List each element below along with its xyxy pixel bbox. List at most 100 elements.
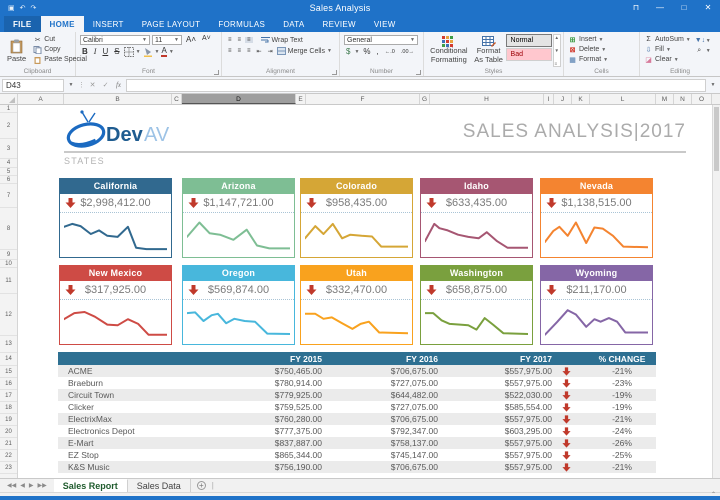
fill-button[interactable]: ⇩Fill▼ bbox=[644, 45, 691, 54]
align-center-icon[interactable]: ≡ bbox=[236, 48, 244, 54]
row-header-21[interactable]: 21 bbox=[0, 438, 17, 450]
row-header-20[interactable]: 20 bbox=[0, 426, 17, 438]
decrease-indent-icon[interactable]: ⇤ bbox=[255, 48, 264, 55]
gallery-scroll-buttons[interactable]: ▲▼≡ bbox=[553, 34, 561, 67]
column-header-K[interactable]: K bbox=[572, 94, 590, 104]
italic-button[interactable]: I bbox=[92, 47, 99, 56]
column-header-F[interactable]: F bbox=[306, 94, 420, 104]
row-header-16[interactable]: 16 bbox=[0, 378, 17, 390]
insert-function-icon[interactable]: fx bbox=[113, 81, 124, 89]
scrollbar-thumb[interactable] bbox=[714, 107, 719, 171]
new-sheet-button[interactable]: + bbox=[197, 481, 206, 490]
conditional-formatting-button[interactable]: Conditional Formatting bbox=[426, 34, 472, 67]
column-header-D[interactable]: D bbox=[182, 94, 296, 104]
row-header-7[interactable]: 7 bbox=[0, 184, 17, 208]
formula-input[interactable] bbox=[126, 79, 706, 92]
delete-cells-button[interactable]: ⊠Delete▼ bbox=[568, 45, 608, 54]
align-left-icon[interactable]: ≡ bbox=[226, 48, 234, 54]
cell-style-bad[interactable]: Bad bbox=[506, 48, 552, 61]
font-name-select[interactable]: Calibri▼ bbox=[80, 35, 150, 45]
column-header-H[interactable]: H bbox=[430, 94, 544, 104]
bottom-align-icon[interactable]: ≡ bbox=[245, 37, 253, 43]
strikethrough-button[interactable]: S bbox=[112, 47, 121, 56]
column-header-I[interactable]: I bbox=[544, 94, 554, 104]
ribbon-tab-page-layout[interactable]: PAGE LAYOUT bbox=[133, 16, 210, 32]
increase-decimal-icon[interactable]: ←.0 bbox=[383, 49, 397, 55]
save-icon[interactable]: ▣ bbox=[8, 4, 15, 12]
row-header-8[interactable]: 8 bbox=[0, 208, 17, 250]
ribbon-tab-formulas[interactable]: FORMULAS bbox=[209, 16, 274, 32]
shrink-font-button[interactable]: A˅ bbox=[200, 35, 213, 45]
column-header-J[interactable]: J bbox=[554, 94, 572, 104]
wrap-text-button[interactable]: Wrap Text bbox=[272, 36, 303, 45]
sheet-tab-sales-data[interactable]: Sales Data bbox=[128, 479, 191, 492]
last-sheet-icon[interactable]: ▶▶ bbox=[37, 482, 46, 489]
number-format-select[interactable]: General▼ bbox=[344, 35, 418, 45]
middle-align-icon[interactable]: ≡ bbox=[236, 37, 244, 43]
row-header-3[interactable]: 3 bbox=[0, 139, 17, 159]
row-header-17[interactable]: 17 bbox=[0, 390, 17, 402]
row-header-13[interactable]: 13 bbox=[0, 336, 17, 353]
ribbon-tab-insert[interactable]: INSERT bbox=[84, 16, 133, 32]
column-header-M[interactable]: M bbox=[656, 94, 674, 104]
row-header-4[interactable]: 4 bbox=[0, 159, 17, 168]
number-dialog-launcher[interactable] bbox=[416, 70, 421, 75]
column-header-A[interactable]: A bbox=[18, 94, 64, 104]
enter-entry-icon[interactable]: ✓ bbox=[100, 81, 111, 89]
ribbon-tab-data[interactable]: DATA bbox=[274, 16, 313, 32]
bold-button[interactable]: B bbox=[80, 47, 90, 56]
ribbon-tab-file[interactable]: FILE bbox=[4, 16, 41, 32]
column-header-L[interactable]: L bbox=[590, 94, 656, 104]
column-header-N[interactable]: N bbox=[674, 94, 692, 104]
row-header-6[interactable]: 6 bbox=[0, 176, 17, 184]
column-header-E[interactable]: E bbox=[296, 94, 306, 104]
clear-button[interactable]: ◪Clear▼ bbox=[644, 55, 691, 64]
format-cells-button[interactable]: ▦Format▼ bbox=[568, 55, 608, 64]
font-size-select[interactable]: 11▼ bbox=[152, 35, 182, 45]
font-color-icon[interactable]: A bbox=[161, 47, 166, 57]
alignment-dialog-launcher[interactable] bbox=[332, 70, 337, 75]
formula-bar-expand-icon[interactable]: ▼ bbox=[708, 82, 718, 88]
first-sheet-icon[interactable]: ◀◀ bbox=[7, 482, 16, 489]
redo-icon[interactable]: ↷ bbox=[31, 4, 37, 12]
sheet-canvas[interactable]: Dev AV SALES ANALYSIS|2017 STATES Califo… bbox=[18, 105, 712, 478]
font-dialog-launcher[interactable] bbox=[214, 70, 219, 75]
accounting-format-icon[interactable]: $ bbox=[344, 47, 352, 56]
cancel-entry-icon[interactable]: ✕ bbox=[87, 81, 98, 89]
row-header-9[interactable]: 9 bbox=[0, 250, 17, 260]
column-header-G[interactable]: G bbox=[420, 94, 430, 104]
row-header-12[interactable]: 12 bbox=[0, 294, 17, 336]
row-header-18[interactable]: 18 bbox=[0, 402, 17, 414]
row-header-2[interactable]: 2 bbox=[0, 113, 17, 139]
grow-font-button[interactable]: A˄ bbox=[184, 35, 198, 45]
row-header-14[interactable]: 14 bbox=[0, 353, 17, 366]
insert-cells-button[interactable]: ⊞Insert▼ bbox=[568, 35, 608, 44]
row-header-19[interactable]: 19 bbox=[0, 414, 17, 426]
row-header-11[interactable]: 11 bbox=[0, 268, 17, 294]
row-header-5[interactable]: 5 bbox=[0, 168, 17, 176]
autosum-button[interactable]: ΣAutoSum▼ bbox=[644, 35, 691, 44]
sort-filter-button[interactable]: ▼↓▼ bbox=[695, 36, 711, 45]
collapse-ribbon-icon[interactable]: ⌃ bbox=[711, 491, 716, 498]
increase-indent-icon[interactable]: ⇥ bbox=[266, 48, 275, 55]
ribbon-tab-view[interactable]: VIEW bbox=[365, 16, 405, 32]
row-header-1[interactable]: 1 bbox=[0, 105, 17, 113]
column-header-O[interactable]: O bbox=[692, 94, 712, 104]
underline-button[interactable]: U bbox=[100, 47, 110, 56]
decrease-decimal-icon[interactable]: .00→ bbox=[399, 49, 416, 55]
merge-cells-button[interactable]: Merge Cells▼ bbox=[288, 47, 332, 56]
vertical-scrollbar[interactable] bbox=[712, 105, 720, 478]
name-box[interactable]: D43 bbox=[2, 79, 64, 92]
sheet-tab-sales-report[interactable]: Sales Report bbox=[54, 479, 128, 492]
find-select-button[interactable]: ⌕▼ bbox=[695, 46, 711, 55]
maximize-button[interactable]: □ bbox=[672, 0, 696, 15]
column-header-B[interactable]: B bbox=[64, 94, 172, 104]
undo-icon[interactable]: ↶ bbox=[20, 4, 26, 12]
row-header-22[interactable]: 22 bbox=[0, 450, 17, 462]
cell-style-normal[interactable]: Normal bbox=[506, 34, 552, 47]
row-headers[interactable]: 1234567891011121314151617181920212223 bbox=[0, 105, 18, 478]
previous-sheet-icon[interactable]: ◀ bbox=[20, 482, 25, 489]
ribbon-tab-review[interactable]: REVIEW bbox=[314, 16, 365, 32]
comma-style-icon[interactable]: , bbox=[375, 47, 381, 56]
percent-style-icon[interactable]: % bbox=[361, 47, 372, 56]
